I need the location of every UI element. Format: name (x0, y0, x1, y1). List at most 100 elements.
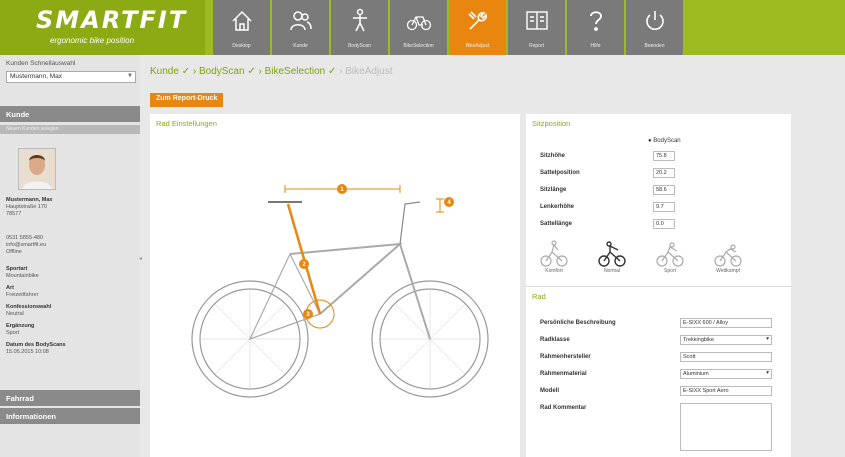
customer-contact: 0531 5855-480 info@smartfit.eu Offline (6, 235, 46, 256)
users-icon (290, 11, 312, 31)
avatar (18, 148, 56, 190)
chevron-down-icon: ▾ (766, 336, 769, 342)
nav-tab-beenden[interactable]: Beenden (626, 0, 683, 55)
customer-field-sportart: Sportart Mountainbike (6, 266, 39, 279)
bodyscan-radio[interactable]: ● BodyScan (648, 138, 681, 144)
app-window: SMARTFIT ergonomic bike position Desktop… (0, 0, 845, 457)
quickselect-label: Kunden Schnellauswahl (6, 60, 76, 67)
panel-title: Rad Einstellungen (156, 119, 217, 128)
customer-field-art: Art Freizeitfahrer (6, 285, 39, 298)
cyclist-icon (714, 244, 742, 267)
marker-1[interactable]: 1 (337, 184, 347, 194)
customer-phone: 0531 5855-480 (6, 235, 44, 241)
lenkerhoehe-field[interactable]: 9.7 (653, 202, 675, 212)
new-customer-link[interactable]: Neuen Kunden anlegen (0, 125, 140, 134)
main-nav: Desktop Kunde BodyScan BikeSelection Bik… (213, 0, 685, 55)
bike-settings-panel: Rad Einstellungen 1 2 3 4 (150, 114, 520, 457)
marker-3[interactable]: 3 (303, 309, 313, 319)
sitzlaenge-field[interactable]: 58.6 (653, 185, 675, 195)
nav-tab-kunde[interactable]: Kunde (272, 0, 329, 55)
sattellaenge-field[interactable]: 0.0 (653, 219, 675, 229)
customer-field-ergaenzung: Ergänzung Sport (6, 323, 35, 336)
nav-label: BikeSelection (403, 43, 434, 49)
marker-2[interactable]: 2 (299, 259, 309, 269)
position-wettkampf[interactable]: Wettkampf (708, 240, 748, 274)
customer-quickselect[interactable]: Mustermann, Max ▼ (6, 71, 136, 83)
nav-tab-hilfe[interactable]: Hilfe (567, 0, 624, 55)
cyclist-icon (656, 242, 684, 267)
crumb-bikeadjust: › BikeAdjust (339, 66, 393, 77)
nav-label: BikeAdjust (465, 43, 490, 49)
position-normal[interactable]: Normal (592, 240, 632, 274)
brand-tagline: ergonomic bike position (50, 36, 135, 45)
nav-label: Hilfe (590, 43, 601, 49)
sitzhoehe-field[interactable]: 75.8 (653, 151, 675, 161)
crumb-bikeselection[interactable]: › BikeSelection ✓ (259, 66, 337, 77)
chevron-down-icon: ▼ (127, 73, 133, 79)
customer-field-bodyscan-date: Datum des BodyScans 15.05.2015 10:08 (6, 342, 66, 355)
brand-name: SMARTFIT (36, 6, 188, 34)
customer-email2: Offline (6, 249, 22, 255)
power-icon (646, 11, 664, 30)
nav-label: Beenden (644, 43, 665, 49)
report-icon (526, 11, 548, 30)
position-sport[interactable]: Sport (650, 240, 690, 274)
customer-address: Mustermann, Max Hauptstraße 170 78577 (6, 197, 52, 218)
nav-label: Kunde (293, 43, 308, 49)
home-icon (232, 10, 252, 31)
rad-section: Rad (526, 286, 791, 306)
customer-field-konfession: Konfessionswahl Neutral (6, 304, 52, 317)
row-label: Sitzlänge (540, 187, 567, 193)
hersteller-field[interactable]: Scott (680, 352, 772, 362)
row-label: Sattelposition (540, 170, 580, 176)
sidebar-heading-kunde[interactable]: Kunde (0, 106, 140, 122)
crumb-kunde[interactable]: Kunde ✓ (150, 66, 190, 77)
row-label: Persönliche Beschreibung (540, 320, 616, 326)
row-label: Sitzhöhe (540, 153, 565, 159)
row-label: Rahmenhersteller (540, 354, 591, 360)
material-select[interactable]: Aluminium ▾ (680, 369, 772, 379)
kommentar-textarea[interactable] (680, 403, 772, 451)
nav-tab-desktop[interactable]: Desktop (213, 0, 270, 55)
quickselect-value: Mustermann, Max (10, 73, 63, 80)
nav-label: BodyScan (348, 43, 371, 49)
nav-tab-bikeadjust[interactable]: BikeAdjust (449, 0, 506, 55)
help-icon (590, 11, 602, 31)
logo: SMARTFIT ergonomic bike position (0, 0, 205, 55)
header-bar: SMARTFIT ergonomic bike position Desktop… (0, 0, 845, 55)
marker-4[interactable]: 4 (444, 197, 454, 207)
person-icon (353, 8, 367, 32)
settings-panel: Sitzposition ● BodyScan Sitzhöhe 75.8 Sa… (526, 114, 791, 457)
report-print-button[interactable]: Zum Report-Druck (150, 93, 224, 107)
row-label: Lenkerhöhe (540, 204, 575, 210)
radklasse-select[interactable]: Trekkingbike ▾ (680, 335, 772, 345)
row-label: Rad Kommentar (540, 405, 587, 411)
customer-city: 78577 (6, 211, 22, 217)
cyclist-icon (540, 240, 568, 267)
bikes-icon (406, 16, 432, 31)
cyclist-icon (598, 241, 626, 267)
sattelposition-field[interactable]: 20.2 (653, 168, 675, 178)
customer-name: Mustermann, Max (6, 197, 53, 203)
nav-tab-report[interactable]: Report (508, 0, 565, 55)
customer-street: Hauptstraße 170 (6, 204, 47, 210)
bike-diagram: 1 2 3 4 (191, 184, 489, 398)
position-komfort[interactable]: Komfort (534, 240, 574, 274)
sidebar-collapse-icon[interactable]: ◂ (139, 255, 142, 262)
row-label: Modell (540, 388, 559, 394)
nav-label: Desktop (232, 43, 251, 49)
nav-label: Report (528, 43, 544, 49)
sidebar-heading-informationen[interactable]: Informationen (0, 408, 140, 424)
customer-email[interactable]: info@smartfit.eu (6, 242, 46, 248)
rad-title: Rad (532, 292, 546, 301)
nav-tab-bodyscan[interactable]: BodyScan (331, 0, 388, 55)
breadcrumb: Kunde ✓ › BodyScan ✓ › BikeSelection ✓ ›… (150, 66, 393, 77)
crumb-bodyscan[interactable]: › BodyScan ✓ (193, 66, 256, 77)
sidebar: Kunden Schnellauswahl Mustermann, Max ▼ … (0, 55, 142, 457)
modell-field[interactable]: E-SIXX Sport Aero (680, 386, 772, 396)
beschreibung-field[interactable]: E-SIXX 600 / Alloy (680, 318, 772, 328)
sidebar-heading-fahrrad[interactable]: Fahrrad (0, 390, 140, 406)
nav-tab-bikeselection[interactable]: BikeSelection (390, 0, 447, 55)
wrench-icon (468, 11, 487, 30)
chevron-down-icon: ▾ (766, 370, 769, 376)
